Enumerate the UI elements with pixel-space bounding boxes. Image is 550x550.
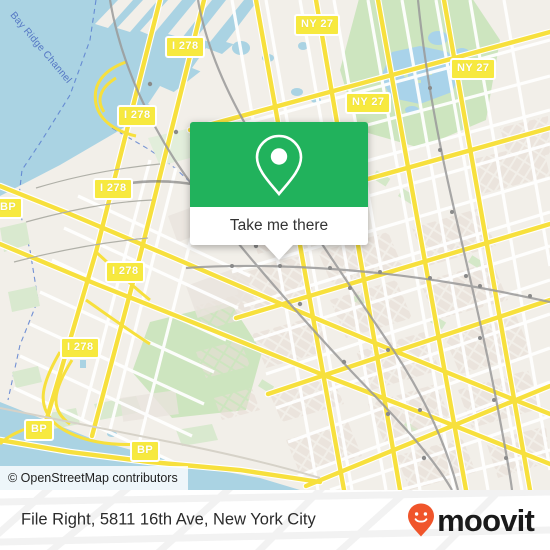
road-shield: NY 27 <box>294 14 341 36</box>
road-shield: NY 27 <box>345 92 392 114</box>
take-me-there-label: Take me there <box>229 217 329 234</box>
popup-action[interactable]: Take me there <box>190 207 368 245</box>
road-shield: BP <box>0 197 24 219</box>
road-shield: I 278 <box>93 178 134 200</box>
moovit-brand[interactable]: moovit <box>406 502 535 538</box>
road-shield: BP <box>24 419 55 441</box>
road-shield: NY 27 <box>450 58 497 80</box>
map-pin-icon <box>255 134 303 196</box>
map-screenshot: Bay Ridge Channel I 278 NY 27 NY 27 NY 2… <box>0 0 550 550</box>
road-shield: I 278 <box>165 36 206 58</box>
popup-pointer <box>265 245 293 260</box>
road-shield: BP <box>130 440 161 462</box>
footer-bar: File Right, 5811 16th Ave, New York City… <box>0 490 550 550</box>
page-title: File Right, 5811 16th Ave, New York City <box>21 510 316 529</box>
road-shield: I 278 <box>105 261 146 283</box>
moovit-pin-smile-icon <box>408 503 435 537</box>
osm-attribution[interactable]: © OpenStreetMap contributors <box>0 466 188 490</box>
popup-header <box>190 122 368 207</box>
road-shield: I 278 <box>60 337 101 359</box>
road-shield: I 278 <box>117 105 158 127</box>
location-popup[interactable]: Take me there <box>190 122 368 260</box>
osm-attribution-text: © OpenStreetMap contributors <box>8 471 178 485</box>
map-canvas[interactable]: Bay Ridge Channel I 278 NY 27 NY 27 NY 2… <box>0 0 550 490</box>
moovit-wordmark: moovit <box>437 502 535 538</box>
